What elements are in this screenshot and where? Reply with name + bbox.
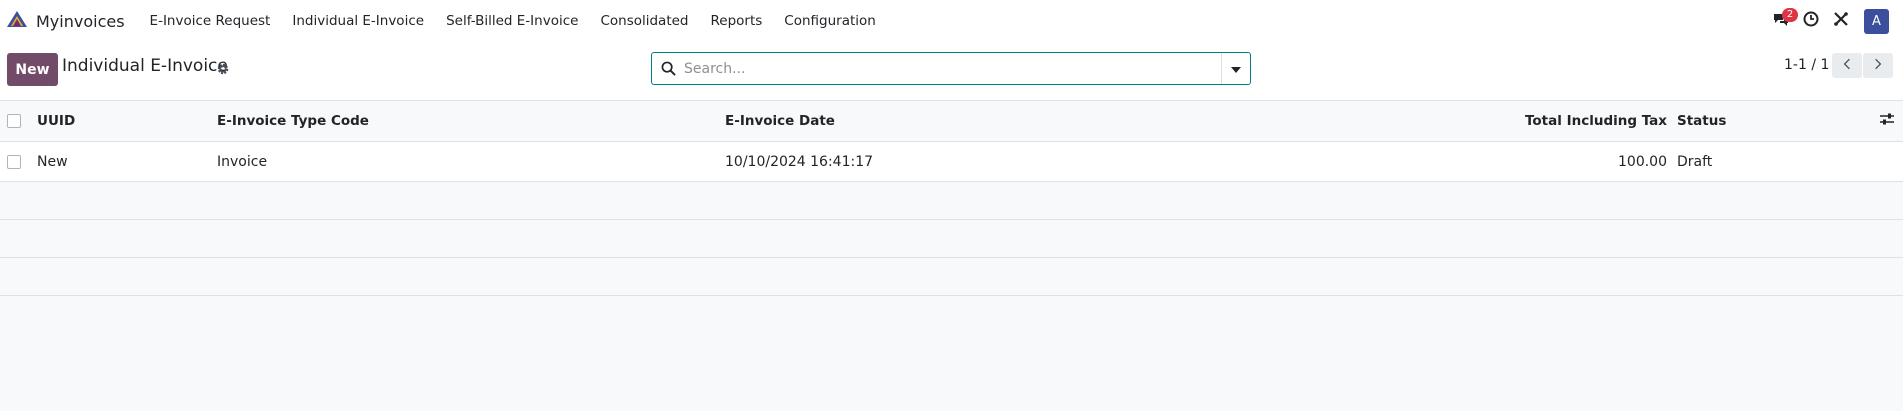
menu-item-reports[interactable]: Reports (700, 0, 774, 42)
empty-row (0, 258, 1903, 296)
empty-row (0, 182, 1903, 220)
sliders-icon (1879, 111, 1895, 131)
column-header-date[interactable]: E-Invoice Date (725, 101, 835, 141)
column-header-type-code[interactable]: E-Invoice Type Code (217, 101, 369, 141)
chevron-left-icon (1843, 58, 1851, 74)
chevron-right-icon (1874, 58, 1882, 74)
pager-previous-button[interactable] (1832, 53, 1862, 78)
app-name: Myinvoices (36, 11, 125, 31)
menu-item-consolidated[interactable]: Consolidated (589, 0, 699, 42)
control-panel: New Individual E-Invoice 1-1 / 1 (0, 42, 1903, 101)
menu-item-individual-e-invoice[interactable]: Individual E-Invoice (281, 0, 435, 42)
gear-icon[interactable] (216, 62, 230, 76)
activities-button[interactable] (1796, 0, 1826, 42)
tools-icon (1833, 11, 1849, 31)
cell-status: Draft (1677, 153, 1713, 170)
empty-row (0, 220, 1903, 258)
app-brand[interactable]: Myinvoices (6, 0, 125, 42)
new-button[interactable]: New (7, 53, 58, 86)
main-menu: E-Invoice Request Individual E-Invoice S… (139, 0, 887, 42)
row-checkbox[interactable] (7, 154, 21, 169)
menu-item-e-invoice-request[interactable]: E-Invoice Request (139, 0, 282, 42)
optional-columns-toggle[interactable] (1879, 101, 1895, 141)
column-header-status[interactable]: Status (1677, 101, 1726, 141)
select-all-checkbox[interactable] (7, 114, 21, 128)
navbar-systray: 2 A (1766, 0, 1903, 42)
menu-item-configuration[interactable]: Configuration (773, 0, 887, 42)
column-header-total[interactable]: Total Including Tax (1525, 101, 1667, 141)
cell-date: 10/10/2024 16:41:17 (725, 153, 874, 170)
caret-down-icon (1231, 61, 1241, 77)
search-icon (652, 53, 684, 84)
cell-type-code: Invoice (217, 153, 268, 170)
cell-total: 100.00 (1618, 153, 1667, 170)
page-title: Individual E-Invoice (62, 56, 228, 76)
messages-button[interactable]: 2 (1766, 0, 1798, 42)
clock-icon (1803, 11, 1819, 31)
row-checkbox-cell (7, 142, 21, 181)
list-view: UUID E-Invoice Type Code E-Invoice Date … (0, 101, 1903, 296)
search-bar (651, 52, 1251, 85)
debug-tools-button[interactable] (1826, 0, 1856, 42)
pager-value[interactable]: 1-1 / 1 (1784, 57, 1829, 73)
app-logo-icon (6, 10, 28, 32)
search-options-toggle[interactable] (1221, 53, 1250, 84)
top-navbar: Myinvoices E-Invoice Request Individual … (0, 0, 1903, 42)
search-input[interactable] (684, 53, 1221, 84)
pager-next-button[interactable] (1863, 53, 1893, 78)
user-avatar[interactable]: A (1864, 8, 1889, 34)
menu-item-self-billed-e-invoice[interactable]: Self-Billed E-Invoice (435, 0, 589, 42)
table-header: UUID E-Invoice Type Code E-Invoice Date … (0, 101, 1903, 142)
select-all-checkbox-cell (7, 101, 21, 141)
cell-uuid: New (37, 153, 68, 170)
column-header-uuid[interactable]: UUID (37, 101, 75, 141)
table-row[interactable]: New Invoice 10/10/2024 16:41:17 100.00 D… (0, 142, 1903, 182)
